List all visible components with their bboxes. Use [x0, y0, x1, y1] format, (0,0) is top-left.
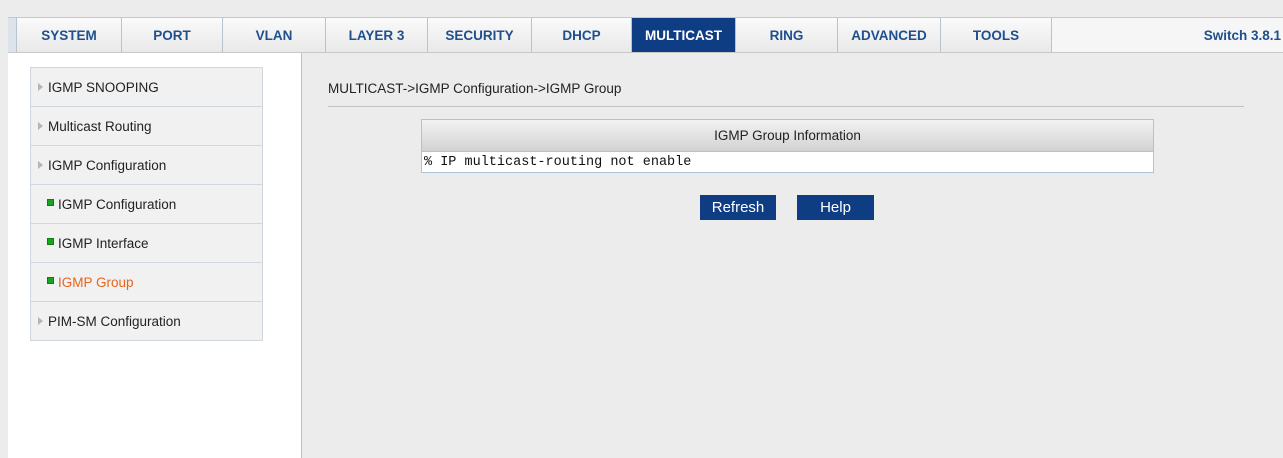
sidebar-item-label: Multicast Routing [48, 118, 152, 134]
green-square-icon [47, 237, 54, 245]
triangle-right-icon [38, 161, 43, 169]
sidebar-panel: IGMP SNOOPING Multicast Routing IGMP Con… [8, 53, 302, 458]
tab-security[interactable]: SECURITY [428, 18, 532, 52]
green-square-icon [47, 198, 54, 206]
sidebar-item-igmp-snooping[interactable]: IGMP SNOOPING [31, 68, 262, 107]
main-nav-bar: SYSTEM PORT VLAN LAYER 3 SECURITY DHCP M… [8, 17, 1283, 53]
top-margin [0, 0, 1283, 17]
sidebar-item-label: IGMP SNOOPING [48, 79, 159, 95]
sidebar-item-igmp-group[interactable]: IGMP Group [31, 263, 262, 302]
help-button[interactable]: Help [797, 195, 874, 220]
sidebar-item-igmp-configuration[interactable]: IGMP Configuration [31, 185, 262, 224]
sidebar-item-igmp-interface[interactable]: IGMP Interface [31, 224, 262, 263]
tab-multicast[interactable]: MULTICAST [632, 18, 736, 52]
tab-port[interactable]: PORT [122, 18, 223, 52]
triangle-right-icon [38, 122, 43, 130]
sidebar-item-multicast-routing[interactable]: Multicast Routing [31, 107, 262, 146]
breadcrumb-divider [328, 106, 1244, 107]
triangle-right-icon [38, 83, 43, 91]
tab-tools[interactable]: TOOLS [941, 18, 1052, 52]
sidebar-item-label: IGMP Group [58, 274, 134, 290]
table-header: IGMP Group Information [422, 120, 1153, 152]
refresh-button[interactable]: Refresh [700, 195, 776, 220]
igmp-group-info-table: IGMP Group Information % IP multicast-ro… [421, 119, 1154, 173]
tab-system[interactable]: SYSTEM [17, 18, 122, 52]
sidebar-item-label: IGMP Configuration [48, 157, 167, 173]
sidebar-item-igmp-configuration-group[interactable]: IGMP Configuration [31, 146, 262, 185]
sidebar-item-label: IGMP Configuration [58, 196, 177, 212]
breadcrumb: MULTICAST->IGMP Configuration->IGMP Grou… [328, 81, 622, 96]
tab-ring[interactable]: RING [736, 18, 838, 52]
tab-dhcp[interactable]: DHCP [532, 18, 632, 52]
sidebar-item-label: PIM-SM Configuration [48, 313, 181, 329]
content-area: MULTICAST->IGMP Configuration->IGMP Grou… [303, 53, 1283, 458]
tab-layer3[interactable]: LAYER 3 [326, 18, 428, 52]
green-square-icon [47, 276, 54, 284]
tab-advanced[interactable]: ADVANCED [838, 18, 941, 52]
table-message-row: % IP multicast-routing not enable [424, 154, 692, 170]
triangle-right-icon [38, 317, 43, 325]
sidebar-item-label: IGMP Interface [58, 235, 149, 251]
firmware-version-label: Switch 3.8.1 [1052, 18, 1283, 52]
sidebar-item-pim-sm-configuration[interactable]: PIM-SM Configuration [31, 302, 262, 341]
tab-vlan[interactable]: VLAN [223, 18, 326, 52]
sidebar-menu: IGMP SNOOPING Multicast Routing IGMP Con… [30, 67, 263, 341]
nav-leading-edge [8, 18, 17, 52]
